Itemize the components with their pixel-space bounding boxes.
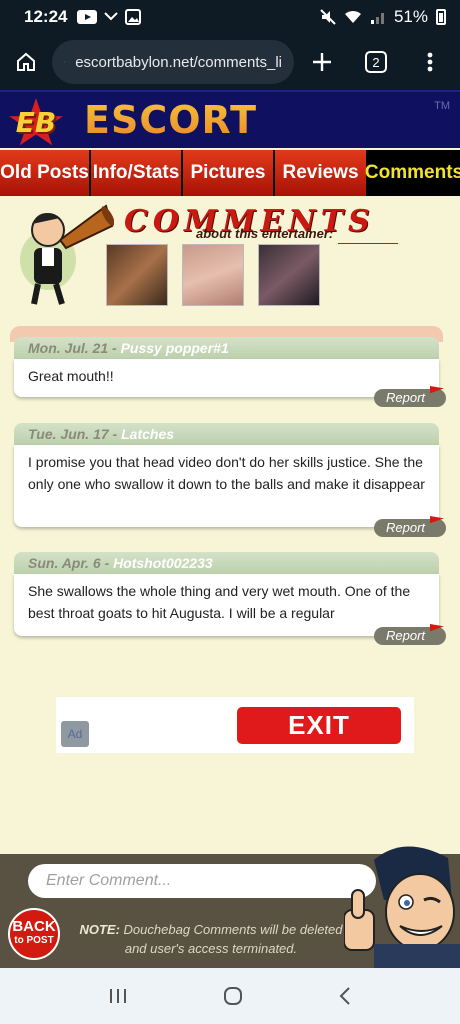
photo-thumbnail[interactable] [106,244,168,306]
nav-old-posts[interactable]: Old Posts [0,150,91,196]
nav-comments[interactable]: Comments [365,150,460,196]
nav-pictures[interactable]: Pictures [183,150,275,196]
status-bar: 12:24 51% [0,0,460,34]
status-right: 51% [320,7,446,27]
url-text: escortbabylon.net/comments_li [75,53,282,71]
wifi-icon [344,10,361,23]
subtitle-underline [338,243,398,244]
browser-toolbar: escortbabylon.net/comments_li 2 [0,34,460,90]
nav-reviews[interactable]: Reviews [275,150,368,196]
site-logo[interactable]: EB [2,94,70,148]
report-button[interactable]: Report [374,624,446,645]
comment-header: Sun. Apr. 6 - Hotshot002233 [14,552,439,574]
more-vert-icon [427,52,433,72]
thumbs-up-mascot-icon [344,846,460,968]
comments-hero: COMMENTS about this entertainer: [0,196,460,316]
comment-text: I promise you that head video don't do h… [14,445,439,527]
comment-author[interactable]: Pussy popper#1 [121,340,229,356]
address-bar[interactable]: escortbabylon.net/comments_li [52,40,294,84]
note-text: Douchebag Comments will be deleted and u… [123,922,343,956]
nav-info-stats[interactable]: Info/Stats [91,150,183,196]
plus-icon [313,53,331,71]
image-icon [125,9,142,25]
back-to-post-button[interactable]: BACK to POST [8,908,60,960]
missed-call-icon [104,12,119,21]
comment-author[interactable]: Latches [121,426,174,442]
tab-switcher-button[interactable]: 2 [350,34,402,90]
battery-percent: 51% [393,7,428,26]
signal-icon [370,13,384,24]
home-button[interactable] [0,34,52,90]
photo-thumbnail[interactable] [258,244,320,306]
trademark: TM [434,100,450,112]
new-tab-button[interactable] [294,34,350,90]
megaphone-mascot-icon [20,204,114,305]
youtube-icon [77,10,98,24]
recent-apps-icon[interactable] [108,987,128,1005]
flag-icon [430,386,444,394]
mute-icon [320,9,336,25]
battery-icon [436,9,446,25]
moderation-note: NOTE: Douchebag Comments will be deleted… [74,920,348,958]
comment-input[interactable] [28,864,376,898]
comment-date: Sun. Apr. 6 [28,555,101,571]
photo-thumbnail[interactable] [182,244,244,306]
comment-card: Mon. Jul. 21 - Pussy popper#1 Great mout… [14,337,439,397]
report-label: Report [386,628,426,643]
flag-icon [430,516,444,524]
comment-date: Tue. Jun. 17 [28,426,109,442]
status-time: 12:24 [24,7,68,26]
report-button[interactable]: Report [374,386,446,407]
comments-subtitle: about this entertainer: [196,226,334,241]
note-label: NOTE: [79,922,120,937]
comment-card: Tue. Jun. 17 - Latches I promise you tha… [14,423,439,527]
home-nav-icon[interactable] [223,986,243,1006]
home-icon [17,52,35,71]
site-settings-icon[interactable] [64,55,66,69]
ad-badge: Ad [61,721,89,747]
comment-date: Mon. Jul. 21 [28,340,109,356]
site-title: ESCORT BABYLON [84,98,460,148]
comment-text: She swallows the whole thing and very we… [14,574,439,636]
comment-author[interactable]: Hotshot002233 [113,555,213,571]
site-header: EB ESCORT BABYLON TM [0,90,460,148]
comment-card: Sun. Apr. 6 - Hotshot002233 She swallows… [14,552,439,636]
logo-text: EB [15,105,57,139]
report-label: Report [386,520,426,535]
back-icon[interactable] [338,986,352,1006]
to-post-label: to POST [14,935,54,946]
browser-menu-button[interactable] [402,34,458,90]
exit-button[interactable]: EXIT [237,707,401,744]
report-label: Report [386,390,426,405]
site-nav: Old Posts Info/Stats Pictures Reviews Co… [0,150,460,196]
notification-icons [77,9,142,25]
system-nav-bar [0,968,460,1024]
flag-icon [430,624,444,632]
tab-count: 2 [365,51,387,73]
photo-thumbnails [106,244,320,306]
comment-header: Mon. Jul. 21 - Pussy popper#1 [14,337,439,359]
back-label: BACK [12,918,56,935]
comment-header: Tue. Jun. 17 - Latches [14,423,439,445]
report-button[interactable]: Report [374,516,446,537]
ad-banner[interactable]: Ad EXIT [56,697,414,753]
